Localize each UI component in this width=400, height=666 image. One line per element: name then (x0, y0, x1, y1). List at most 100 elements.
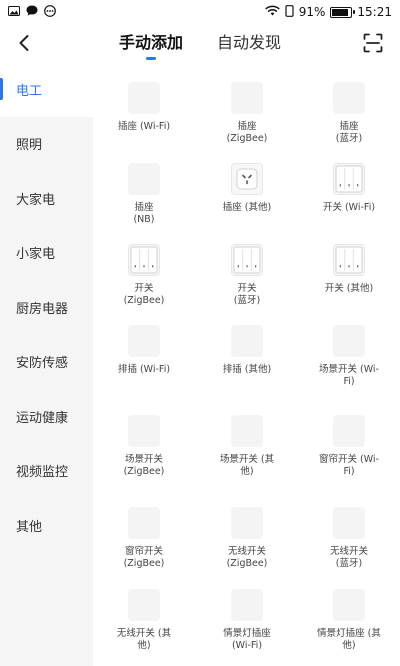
device-card[interactable]: 无线开关 (其 他) (94, 589, 194, 652)
device-label: 场景开关 (Wi- Fi) (319, 364, 379, 387)
sidebar-item-label: 小家电 (16, 247, 56, 263)
device-label: 无线开关 (ZigBee) (226, 546, 268, 569)
device-image-placeholder (333, 507, 365, 539)
device-card[interactable]: 开关 (ZigBee) (94, 244, 194, 307)
device-label: 插座 (NB) (133, 202, 155, 225)
device-label: 开关 (其他) (324, 283, 374, 294)
message-icon (26, 5, 38, 19)
device-label: 开关 (蓝牙) (233, 283, 261, 306)
socket-icon (231, 163, 263, 195)
device-image-placeholder (333, 589, 365, 621)
device-image-placeholder (128, 415, 160, 447)
scan-icon (363, 33, 383, 53)
device-image-placeholder (128, 82, 160, 114)
device-label: 插座 (其他) (222, 202, 272, 213)
device-card[interactable]: 插座 (NB) (94, 163, 194, 226)
sidebar-item-kitchen[interactable]: 厨房电器 (0, 280, 93, 335)
device-label: 插座 (ZigBee) (226, 121, 268, 144)
sidebar-item-label: 电工 (16, 83, 43, 99)
device-grid: 插座 (Wi-Fi) 插座 (ZigBee) 插座 (蓝牙) 插座 (NB) 插座 (其… (93, 62, 400, 666)
device-label: 排插 (Wi-Fi) (117, 364, 171, 375)
device-card[interactable]: 开关 (其他) (299, 244, 399, 295)
device-card[interactable]: 无线开关 (蓝牙) (299, 507, 399, 570)
device-card[interactable]: 插座 (ZigBee) (197, 82, 297, 145)
battery-percent: 91% (298, 5, 326, 19)
active-marker (0, 78, 3, 100)
more-circle-icon (44, 4, 56, 20)
sidebar-item-label: 视频监控 (16, 465, 69, 481)
device-label: 无线开关 (其 他) (116, 628, 172, 651)
device-card[interactable]: 窗帘开关 (Wi- Fi) (299, 415, 399, 478)
status-right: 91% 15:21 (265, 4, 392, 20)
category-sidebar: 电工 照明 大家电 小家电 厨房电器 安防传感 运动健康 视频监控 其他 (0, 62, 93, 666)
device-card[interactable]: 情景灯插座 (其 他) (299, 589, 399, 652)
tab-label: 手动添加 (118, 33, 183, 52)
device-image-placeholder (231, 507, 263, 539)
device-card[interactable]: 排插 (Wi-Fi) (94, 325, 194, 376)
battery-icon (330, 6, 356, 18)
switch-3gang-icon (333, 244, 365, 276)
device-label: 场景开关 (其 他) (219, 454, 275, 477)
device-card[interactable]: 插座 (蓝牙) (299, 82, 399, 145)
device-card[interactable]: 窗帘开关 (ZigBee) (94, 507, 194, 570)
sidebar-item-small-appliances[interactable]: 小家电 (0, 226, 93, 281)
device-image-placeholder (231, 415, 263, 447)
device-image-placeholder (333, 415, 365, 447)
tab-bar: 手动添加 自动发现 (0, 24, 400, 62)
sidebar-item-label: 运动健康 (16, 410, 69, 426)
sidebar-item-security[interactable]: 安防传感 (0, 335, 93, 390)
device-image-placeholder (128, 163, 160, 195)
clock: 15:21 (357, 5, 392, 19)
tab-manual-add[interactable]: 手动添加 (119, 24, 183, 62)
sidebar-item-label: 安防传感 (16, 356, 69, 372)
device-label: 插座 (Wi-Fi) (117, 121, 171, 132)
sidebar-item-lighting[interactable]: 照明 (0, 117, 93, 172)
device-label: 窗帘开关 (ZigBee) (123, 546, 165, 569)
device-image-placeholder (333, 82, 365, 114)
sidebar-item-video[interactable]: 视频监控 (0, 444, 93, 499)
device-label: 开关 (ZigBee) (123, 283, 165, 306)
device-card[interactable]: 场景开关 (ZigBee) (94, 415, 194, 478)
device-image-placeholder (231, 325, 263, 357)
tab-auto-discover[interactable]: 自动发现 (217, 24, 281, 62)
switch-3gang-icon (231, 244, 263, 276)
switch-3gang-icon (333, 163, 365, 195)
switch-3gang-icon (128, 244, 160, 276)
device-card[interactable]: 开关 (蓝牙) (197, 244, 297, 307)
device-card[interactable]: 插座 (其他) (197, 163, 297, 214)
tab-indicator (145, 57, 156, 60)
sidebar-item-fitness[interactable]: 运动健康 (0, 389, 93, 444)
device-label: 开关 (Wi-Fi) (322, 202, 376, 213)
sidebar-item-other[interactable]: 其他 (0, 498, 93, 553)
device-image-placeholder (128, 325, 160, 357)
sidebar-item-label: 厨房电器 (16, 301, 69, 317)
status-left (8, 4, 56, 20)
sidebar-item-label: 其他 (16, 519, 43, 535)
vibrate-icon (285, 4, 294, 20)
device-label: 窗帘开关 (Wi- Fi) (319, 454, 379, 477)
device-label: 场景开关 (ZigBee) (123, 454, 165, 477)
device-card[interactable]: 场景开关 (Wi- Fi) (299, 325, 399, 388)
sidebar-item-electrical[interactable]: 电工 (0, 62, 93, 117)
device-card[interactable]: 无线开关 (ZigBee) (197, 507, 297, 570)
device-label: 无线开关 (蓝牙) (329, 546, 368, 569)
tab-label: 自动发现 (217, 33, 282, 52)
device-image-placeholder (128, 589, 160, 621)
status-bar: 91% 15:21 (0, 0, 400, 24)
image-icon (8, 5, 20, 19)
device-image-placeholder (231, 82, 263, 114)
device-card[interactable]: 开关 (Wi-Fi) (299, 163, 399, 214)
device-label: 情景灯插座 (Wi-Fi) (223, 628, 271, 651)
battery-fill (332, 8, 348, 16)
device-card[interactable]: 排插 (其他) (197, 325, 297, 376)
device-label: 情景灯插座 (其 他) (317, 628, 381, 651)
wifi-icon (265, 5, 280, 19)
device-card[interactable]: 插座 (Wi-Fi) (94, 82, 194, 133)
scan-button[interactable] (360, 30, 386, 56)
sidebar-item-label: 大家电 (16, 192, 56, 208)
device-card[interactable]: 场景开关 (其 他) (197, 415, 297, 478)
sidebar-item-large-appliances[interactable]: 大家电 (0, 171, 93, 226)
device-card[interactable]: 情景灯插座 (Wi-Fi) (197, 589, 297, 652)
device-image-placeholder (231, 589, 263, 621)
sidebar-item-label: 照明 (16, 138, 43, 154)
